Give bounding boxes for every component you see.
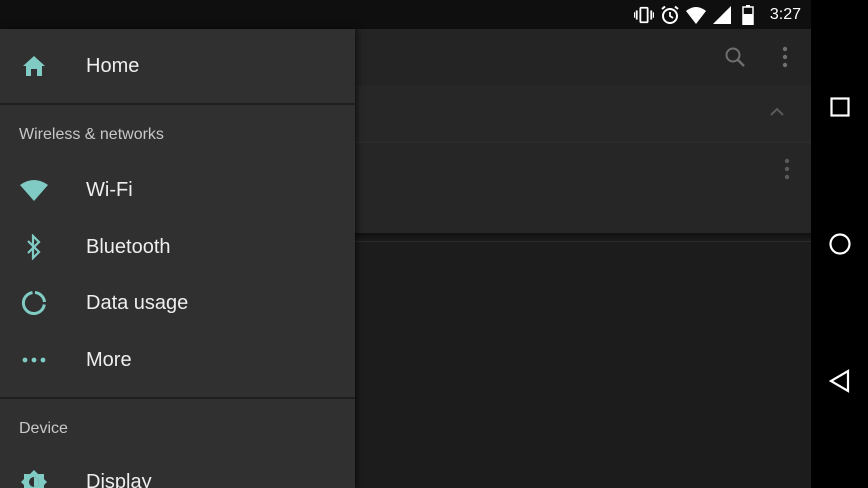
chevron-up-icon[interactable]: [769, 104, 785, 125]
overflow-menu-icon[interactable]: [781, 45, 789, 74]
alarm-icon: [660, 5, 680, 25]
vibrate-icon: [633, 5, 654, 25]
drawer-item-wifi[interactable]: Wi-Fi: [0, 162, 355, 218]
status-bar: 3:27: [0, 0, 811, 29]
cell-signal-icon: [712, 5, 732, 25]
status-time: 3:27: [769, 5, 801, 23]
drawer-item-label: Display: [86, 470, 152, 488]
search-icon[interactable]: [723, 45, 747, 74]
drawer-item-display[interactable]: Display: [0, 454, 355, 488]
drawer-item-label: Home: [86, 54, 140, 77]
drawer-item-label: More: [86, 348, 132, 371]
section-title-wireless: Wireless & networks: [19, 126, 164, 143]
back-icon[interactable]: [828, 369, 852, 393]
home-circle-icon[interactable]: [828, 232, 852, 256]
battery-icon: [738, 4, 758, 25]
wifi-signal-icon: [685, 5, 706, 25]
drawer-item-data-usage[interactable]: Data usage: [0, 275, 355, 331]
bluetooth-icon: [20, 233, 48, 261]
recent-apps-icon[interactable]: [828, 95, 852, 119]
drawer-item-bluetooth[interactable]: Bluetooth: [0, 219, 355, 275]
drawer-item-more[interactable]: More: [0, 332, 355, 388]
display-icon: [20, 468, 48, 488]
navigation-drawer: Home Wireless & networks Wi-Fi Bluetooth…: [0, 29, 355, 488]
section-title-device: Device: [19, 420, 68, 437]
wifi-icon: [20, 176, 48, 204]
drawer-item-home[interactable]: Home: [0, 38, 355, 94]
system-nav-bar: [811, 0, 868, 488]
drawer-item-label: Wi-Fi: [86, 178, 133, 201]
home-icon: [20, 52, 48, 80]
overflow-menu-icon[interactable]: [783, 157, 791, 186]
drawer-item-label: Bluetooth: [86, 235, 171, 258]
data-usage-icon: [20, 289, 48, 317]
drawer-item-label: Data usage: [86, 291, 189, 314]
divider: [0, 397, 355, 399]
more-icon: [20, 346, 48, 374]
divider: [0, 103, 355, 105]
